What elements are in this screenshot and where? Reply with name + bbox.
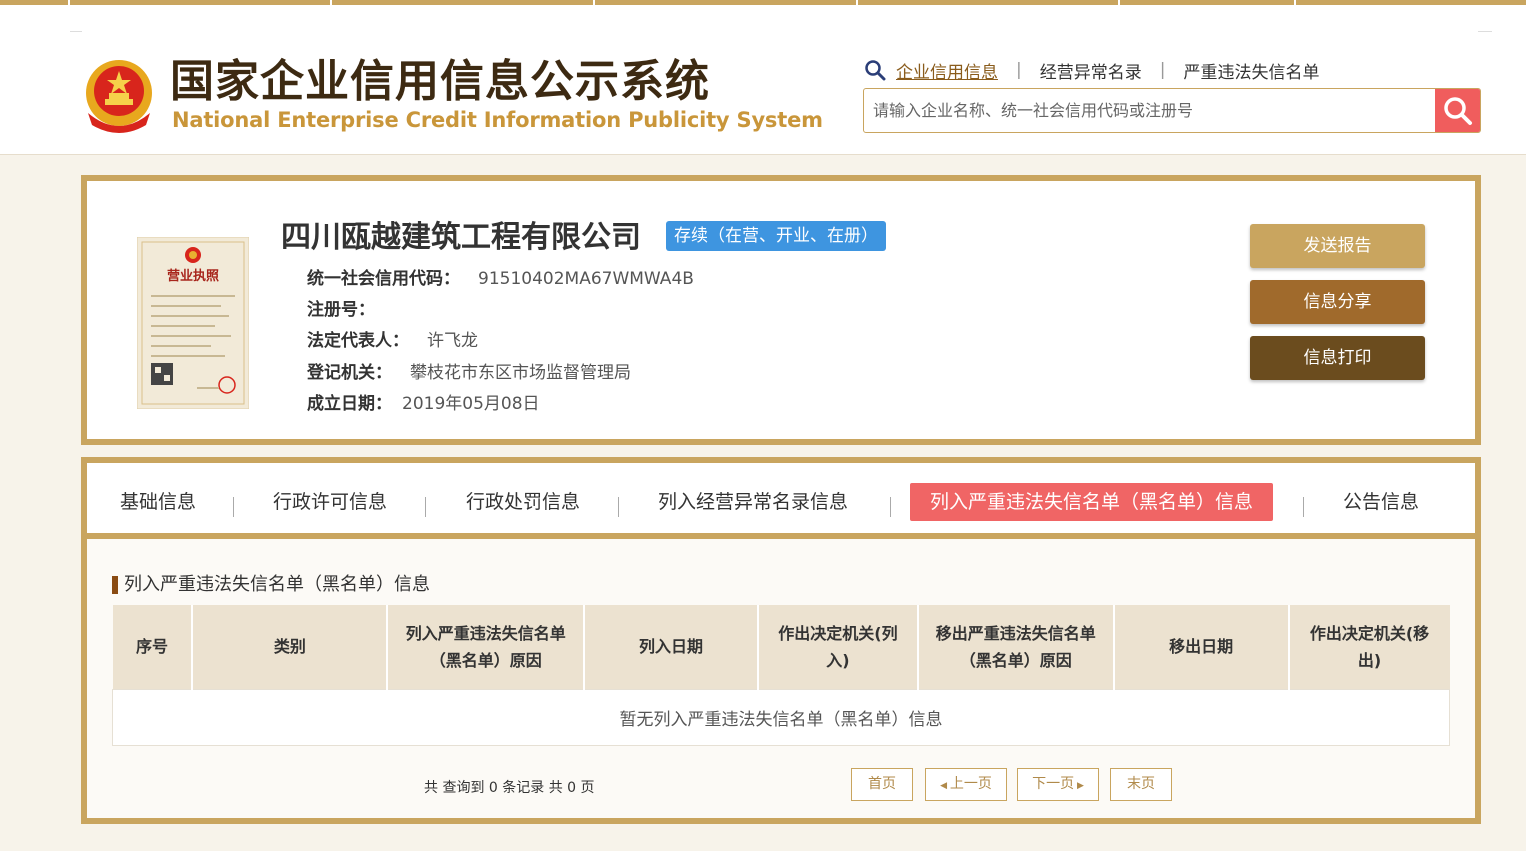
pager-info: 共 查询到 0 条记录 共 0 页	[424, 780, 595, 796]
prev-page-button[interactable]: ◀ 上一页	[925, 768, 1007, 801]
info-row-legal-rep: 法定代表人： 许飞龙	[307, 331, 478, 351]
search-input[interactable]	[864, 89, 1436, 132]
col-listed-authority: 作出决定机关(列入)	[757, 605, 919, 689]
tab-abnormal-list[interactable]: 列入经营异常名录信息	[658, 483, 848, 521]
prev-page-label: 上一页	[949, 776, 992, 792]
blacklist-table: 序号 类别 列入严重违法失信名单（黑名单）原因 列入日期 作出决定机关(列入) …	[112, 605, 1450, 746]
info-row-credit-code: 统一社会信用代码： 91510402MA67WMWA4B	[307, 269, 694, 289]
tab-admin-penalty[interactable]: 行政处罚信息	[466, 483, 580, 521]
col-removed-date: 移出日期	[1113, 605, 1290, 689]
info-row-authority: 登记机关： 攀枝花市东区市场监督管理局	[307, 363, 631, 383]
search-box	[863, 88, 1481, 133]
top-nav: 企业信用信息 | 经营异常名录 | 严重违法失信名单	[864, 57, 1319, 83]
col-listed-reason: 列入严重违法失信名单（黑名单）原因	[387, 605, 586, 689]
table-row: 暂无列入严重违法失信名单（黑名单）信息	[112, 688, 1450, 746]
info-row-reg-no: 注册号：	[307, 300, 375, 320]
empty-message: 暂无列入严重违法失信名单（黑名单）信息	[112, 688, 1450, 746]
tab-announcement[interactable]: 公告信息	[1343, 483, 1419, 521]
next-page-label: 下一页	[1032, 776, 1075, 792]
info-panel: 基础信息 行政许可信息 行政处罚信息 列入经营异常名录信息 列入严重违法失信名单…	[81, 457, 1481, 824]
tab-bar: 基础信息 行政许可信息 行政处罚信息 列入经营异常名录信息 列入严重违法失信名单…	[87, 463, 1475, 539]
tab-basic-info[interactable]: 基础信息	[120, 483, 196, 521]
send-report-button[interactable]: 发送报告	[1250, 224, 1425, 268]
license-title: 营业执照	[167, 268, 219, 284]
logo-title-en: National Enterprise Credit Information P…	[172, 108, 823, 132]
nav-blacklist[interactable]: 严重违法失信名单	[1183, 58, 1319, 83]
col-removed-reason: 移出严重违法失信名单（黑名单）原因	[917, 605, 1115, 689]
next-page-button[interactable]: 下一页 ▶	[1017, 768, 1099, 801]
blacklist-section: 列入严重违法失信名单（黑名单）信息 序号 类别 列入严重违法失信名单（黑名单）原…	[87, 539, 1475, 818]
col-removed-authority: 作出决定机关(移出)	[1288, 605, 1450, 689]
tab-admin-license[interactable]: 行政许可信息	[273, 483, 387, 521]
table-header-row: 序号 类别 列入严重违法失信名单（黑名单）原因 列入日期 作出决定机关(列入) …	[112, 605, 1450, 689]
section-title: 列入严重违法失信名单（黑名单）信息	[112, 573, 430, 597]
nav-credit-info[interactable]: 企业信用信息	[896, 58, 998, 83]
authority-value: 攀枝花市东区市场监督管理局	[410, 363, 631, 383]
share-info-button[interactable]: 信息分享	[1250, 280, 1425, 324]
col-category: 类别	[192, 605, 389, 689]
tab-blacklist[interactable]: 列入严重违法失信名单（黑名单）信息	[910, 483, 1274, 521]
legal-rep-value: 许飞龙	[427, 331, 478, 351]
search-icon	[865, 60, 886, 81]
chevron-left-icon: ◀	[940, 781, 950, 791]
first-page-button[interactable]: 首页	[851, 768, 913, 801]
status-badge: 存续（在营、开业、在册）	[666, 221, 886, 251]
last-page-button[interactable]: 末页	[1110, 768, 1172, 801]
company-card: 营业执照 四川瓯越建筑工程有限公司 存续（在营、开业、在册） 统一社会信用代码：…	[81, 175, 1481, 445]
credit-code-value: 91510402MA67WMWA4B	[478, 269, 694, 289]
business-license-image[interactable]: 营业执照	[137, 237, 249, 409]
chevron-right-icon: ▶	[1074, 781, 1084, 791]
col-index: 序号	[112, 605, 194, 689]
info-row-established: 成立日期： 2019年05月08日	[307, 394, 540, 414]
search-button[interactable]	[1435, 89, 1480, 132]
site-header: 国家企业信用信息公示系统 National Enterprise Credit …	[0, 5, 1526, 155]
established-value: 2019年05月08日	[402, 394, 540, 414]
col-listed-date: 列入日期	[584, 605, 759, 689]
company-name: 四川瓯越建筑工程有限公司	[281, 220, 641, 255]
logo-title-cn: 国家企业信用信息公示系统	[170, 56, 710, 107]
search-icon	[1443, 96, 1472, 125]
print-info-button[interactable]: 信息打印	[1250, 336, 1425, 380]
nav-abnormal-list[interactable]: 经营异常名录	[1040, 58, 1142, 83]
national-emblem-icon	[86, 60, 152, 133]
